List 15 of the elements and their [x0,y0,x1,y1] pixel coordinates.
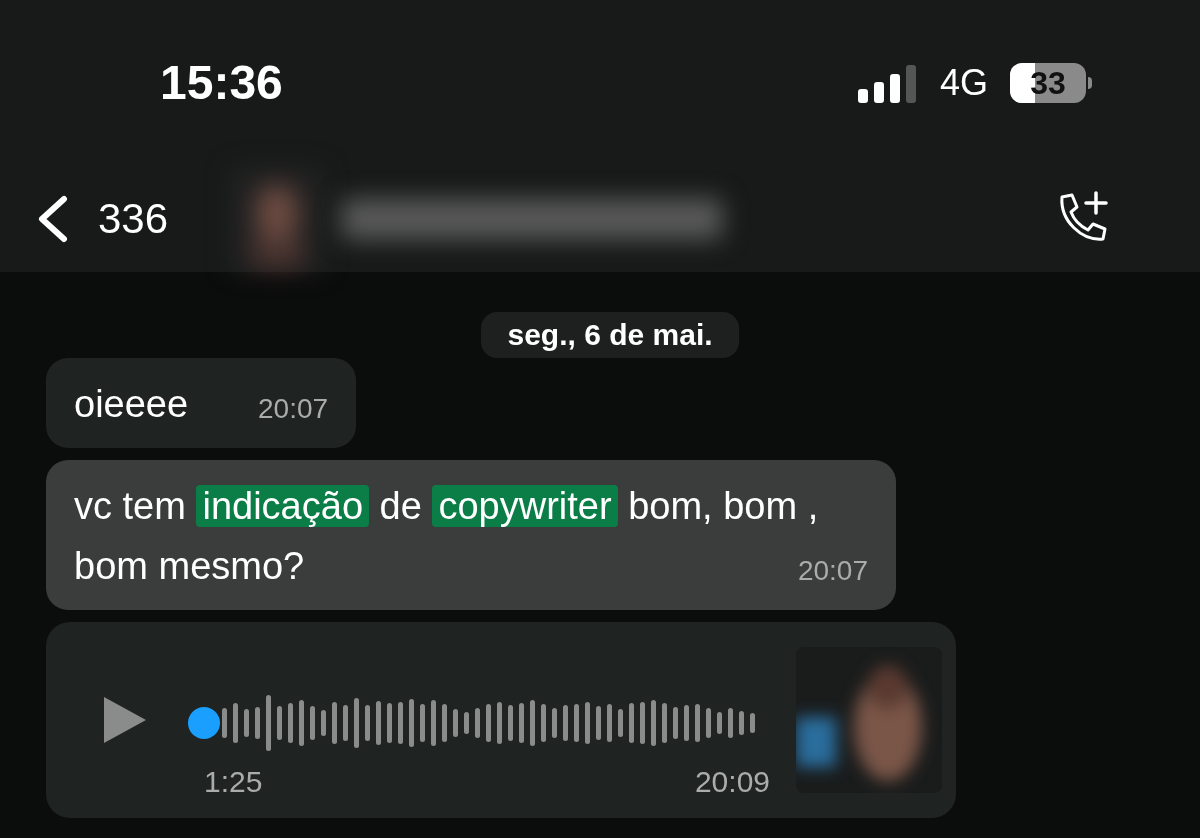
date-chip: seg., 6 de mai. [481,312,739,358]
message-time: 20:09 [694,763,770,800]
message-time: 20:07 [797,554,868,588]
clock-time: 15:36 [160,54,283,111]
back-icon[interactable] [36,194,70,243]
playback-thumb[interactable] [188,706,220,739]
back-button[interactable]: 336 [36,187,169,250]
message-bubble[interactable]: vc tem indicação de copywriter bom, bom , bom mesmo? 20:07 [46,460,896,610]
play-button[interactable] [102,695,148,745]
message-text: oieeee [74,382,189,427]
voice-duration: 1:25 [204,763,263,800]
message-time: 20:07 [258,392,329,426]
network-label: 4G [939,60,988,105]
message-bubble[interactable]: oieeee 20:07 [46,358,357,448]
signal-icon [857,62,918,103]
